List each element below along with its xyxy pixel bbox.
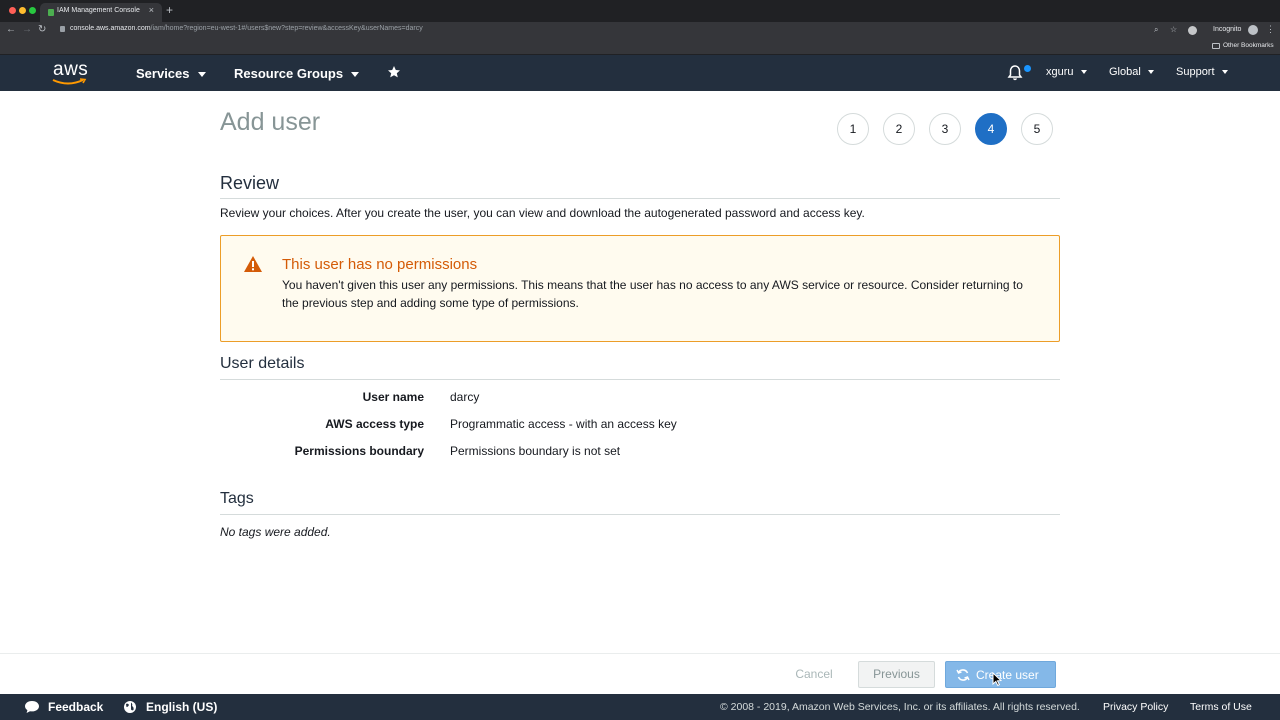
previous-button[interactable]: Previous <box>858 661 935 688</box>
divider <box>220 198 1060 199</box>
pin-icon[interactable] <box>387 65 401 79</box>
detail-label: User name <box>362 390 424 404</box>
bell-icon[interactable] <box>1007 64 1023 81</box>
favicon-icon <box>48 9 54 16</box>
bookmarks-bar: Other Bookmarks <box>0 38 1280 55</box>
review-description: Review your choices. After you create th… <box>220 206 865 220</box>
resource-groups-menu[interactable]: Resource Groups <box>234 66 360 81</box>
chevron-down-icon <box>1147 70 1154 75</box>
detail-label: AWS access type <box>325 417 424 431</box>
aws-smile-icon <box>52 78 87 85</box>
user-details-heading: User details <box>220 355 305 372</box>
tags-heading: Tags <box>220 490 254 507</box>
window-close-button[interactable] <box>9 7 16 14</box>
address-bar[interactable]: console.aws.amazon.com/iam/home?region=e… <box>70 25 423 32</box>
terms-of-use-link[interactable]: Terms of Use <box>1190 701 1252 713</box>
aws-logo[interactable]: aws <box>52 59 90 87</box>
detail-value: Programmatic access - with an access key <box>450 417 677 431</box>
new-tab-icon[interactable]: + <box>166 3 173 17</box>
star-icon[interactable]: ☆ <box>1170 24 1177 36</box>
alert-text: You haven't given this user any permissi… <box>282 278 1023 310</box>
zoom-icon[interactable]: ⌕ <box>1154 24 1158 36</box>
privacy-policy-link[interactable]: Privacy Policy <box>1103 701 1168 713</box>
step-1[interactable]: 1 <box>837 113 869 145</box>
browser-tab[interactable]: IAM Management Console × <box>40 3 162 22</box>
folder-icon <box>1212 43 1220 49</box>
feedback-link[interactable]: Feedback <box>48 700 103 714</box>
cancel-button[interactable]: Cancel <box>786 662 842 686</box>
speech-bubble-icon[interactable] <box>24 700 40 714</box>
chevron-down-icon <box>1080 70 1087 75</box>
incognito-icon[interactable] <box>1248 25 1258 35</box>
alert-title: This user has no permissions <box>282 256 478 273</box>
warning-triangle-icon <box>244 256 262 272</box>
console-footer: Feedback English (US) © 2008 - 2019, Ama… <box>0 694 1280 720</box>
step-5[interactable]: 5 <box>1021 113 1053 145</box>
copyright-text: © 2008 - 2019, Amazon Web Services, Inc.… <box>720 701 1080 713</box>
create-user-label: Create user <box>976 668 1039 682</box>
username-label: xguru <box>1046 66 1074 78</box>
url-host: console.aws.amazon.com <box>70 25 151 32</box>
chevron-down-icon <box>351 72 360 78</box>
url-path: /iam/home?region=eu-west-1#/users$new?st… <box>150 25 423 32</box>
window-maximize-button[interactable] <box>29 7 36 14</box>
wizard-action-bar: Cancel Previous Create user <box>0 653 1280 694</box>
step-2[interactable]: 2 <box>883 113 915 145</box>
tab-title: IAM Management Console <box>57 7 140 14</box>
step-3[interactable]: 3 <box>929 113 961 145</box>
no-tags-message: No tags were added. <box>220 525 331 539</box>
incognito-label: Incognito <box>1213 26 1242 33</box>
detail-value: Permissions boundary is not set <box>450 444 621 458</box>
language-selector[interactable]: English (US) <box>146 700 217 714</box>
region-label: Global <box>1109 66 1141 78</box>
other-bookmarks-link[interactable]: Other Bookmarks <box>1223 42 1274 49</box>
support-menu[interactable]: Support <box>1176 66 1228 78</box>
reload-icon[interactable]: ↻ <box>38 23 46 37</box>
services-menu[interactable]: Services <box>136 66 206 81</box>
extension-icon[interactable] <box>1188 26 1197 35</box>
mouse-cursor-icon <box>992 672 1002 686</box>
resource-groups-label: Resource Groups <box>234 66 344 81</box>
region-menu[interactable]: Global <box>1109 66 1154 78</box>
lock-icon <box>60 26 65 32</box>
browser-toolbar: ← → ↻ console.aws.amazon.com/iam/home?re… <box>0 22 1280 38</box>
tab-close-icon[interactable]: × <box>149 5 154 15</box>
divider <box>220 379 1060 380</box>
back-arrow-icon[interactable]: ← <box>6 23 16 37</box>
step-4-active[interactable]: 4 <box>975 113 1007 145</box>
forward-arrow-icon[interactable]: → <box>22 23 32 37</box>
services-label: Services <box>136 66 190 81</box>
detail-label: Permissions boundary <box>294 444 424 458</box>
notification-dot <box>1024 65 1031 72</box>
support-label: Support <box>1176 66 1215 78</box>
chevron-down-icon <box>197 72 206 78</box>
account-menu[interactable]: xguru <box>1046 66 1087 78</box>
browser-tab-bar: IAM Management Console × + <box>0 0 1280 22</box>
detail-value: darcy <box>450 390 480 404</box>
aws-navigation-bar: aws Services Resource Groups xguru Globa… <box>0 55 1280 91</box>
window-minimize-button[interactable] <box>19 7 26 14</box>
refresh-icon <box>956 669 970 681</box>
globe-icon[interactable] <box>123 700 137 714</box>
review-heading: Review <box>220 173 280 193</box>
page-title: Add user <box>220 108 321 136</box>
browser-menu-icon[interactable]: ⋮ <box>1266 24 1275 35</box>
divider <box>220 514 1060 515</box>
no-permissions-alert: This user has no permissions You haven't… <box>220 235 1060 342</box>
chevron-down-icon <box>1221 70 1228 75</box>
